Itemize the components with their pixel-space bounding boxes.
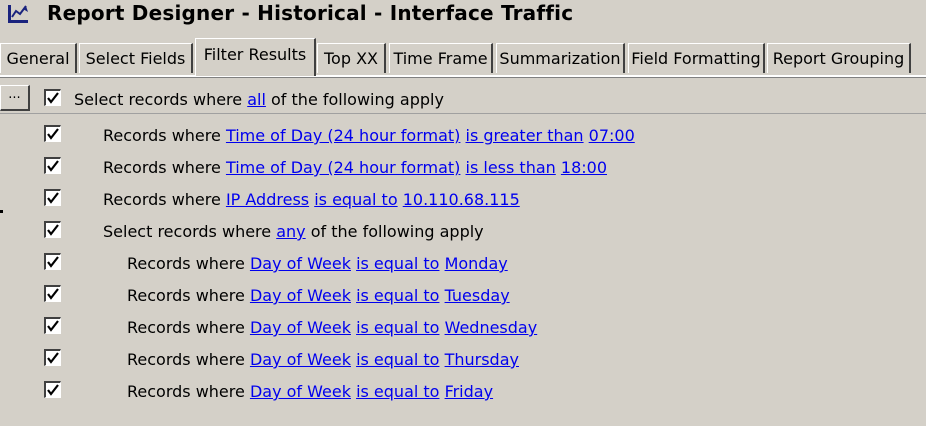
rule-value-link[interactable]: 18:00 — [561, 158, 607, 177]
rule-field-link[interactable]: Day of Week — [250, 254, 351, 273]
rule-field-link[interactable]: Time of Day (24 hour format) — [226, 126, 460, 145]
filter-rule: Records where Day of Week is equal to Tu… — [127, 286, 510, 305]
rule-operator-link[interactable]: is less than — [466, 158, 556, 177]
rule-field-link[interactable]: Day of Week — [250, 286, 351, 305]
sub-group-label: Select records where any of the followin… — [103, 222, 484, 241]
filter-rule: Records where Time of Day (24 hour forma… — [103, 126, 635, 145]
top-group-checkbox[interactable] — [44, 89, 61, 106]
checkmark-icon — [47, 256, 59, 268]
rule-operator-link[interactable]: is equal to — [356, 318, 439, 337]
checkmark-icon — [47, 224, 59, 236]
rule-operator-link[interactable]: is equal to — [356, 254, 439, 273]
sub-group-checkbox[interactable] — [44, 221, 61, 238]
rule-checkbox[interactable] — [44, 157, 61, 174]
rule-value-link[interactable]: 10.110.68.115 — [403, 190, 520, 209]
rule-operator-link[interactable]: is equal to — [356, 382, 439, 401]
rule-operator-link[interactable]: is equal to — [314, 190, 397, 209]
filter-rule: Records where Day of Week is equal to We… — [127, 318, 538, 337]
rule-value-link[interactable]: Thursday — [445, 350, 519, 369]
filter-rule: Records where IP Address is equal to 10.… — [103, 190, 520, 209]
rule-checkbox[interactable] — [44, 125, 61, 142]
rule-value-link[interactable]: Friday — [445, 382, 494, 401]
rule-checkbox[interactable] — [44, 253, 61, 270]
filter-rule: Records where Day of Week is equal to Fr… — [127, 382, 494, 401]
tab-summarization[interactable]: Summarization — [496, 43, 625, 73]
checkmark-icon — [47, 192, 59, 204]
checkmark-icon — [47, 384, 59, 396]
rule-field-link[interactable]: Day of Week — [250, 382, 351, 401]
rule-checkbox[interactable] — [44, 381, 61, 398]
tab-divider — [0, 75, 926, 78]
tab-strip: General Select Fields Filter Results Top… — [0, 38, 926, 78]
tab-report-grouping[interactable]: Report Grouping — [767, 43, 911, 73]
checkmark-icon — [47, 160, 59, 172]
rule-value-link[interactable]: Wednesday — [445, 318, 538, 337]
checkmark-icon — [47, 320, 59, 332]
rule-operator-link[interactable]: is greater than — [466, 126, 584, 145]
tab-select-fields[interactable]: Select Fields — [79, 43, 193, 73]
checkmark-icon — [47, 128, 59, 140]
rule-value-link[interactable]: Monday — [445, 254, 508, 273]
rule-checkbox[interactable] — [44, 189, 61, 206]
title-bar: Report Designer - Historical - Interface… — [0, 0, 926, 30]
more-options-button[interactable]: ... — [0, 85, 30, 111]
rule-operator-link[interactable]: is equal to — [356, 286, 439, 305]
filter-rule: Records where Day of Week is equal to Mo… — [127, 254, 508, 273]
top-group-label: Select records where all of the followin… — [74, 90, 444, 109]
group-mode-link[interactable]: any — [276, 222, 305, 241]
header-divider — [0, 113, 926, 114]
rule-field-link[interactable]: IP Address — [226, 190, 309, 209]
tab-field-formatting[interactable]: Field Formatting — [628, 43, 765, 73]
tree-marker — [0, 210, 3, 213]
rule-checkbox[interactable] — [44, 317, 61, 334]
window-title: Report Designer - Historical - Interface… — [47, 1, 574, 25]
group-mode-link[interactable]: all — [247, 90, 266, 109]
tab-top-xx[interactable]: Top XX — [317, 43, 386, 73]
rule-value-link[interactable]: Tuesday — [445, 286, 510, 305]
tab-general[interactable]: General — [0, 43, 77, 73]
checkmark-icon — [47, 352, 59, 364]
report-designer-icon — [6, 3, 32, 25]
rule-field-link[interactable]: Day of Week — [250, 318, 351, 337]
filter-rule: Records where Time of Day (24 hour forma… — [103, 158, 607, 177]
rule-value-link[interactable]: 07:00 — [589, 126, 635, 145]
rule-checkbox[interactable] — [44, 285, 61, 302]
tab-filter-results[interactable]: Filter Results — [195, 38, 316, 76]
rule-field-link[interactable]: Day of Week — [250, 350, 351, 369]
filter-rule: Records where Day of Week is equal to Th… — [127, 350, 519, 369]
checkmark-icon — [47, 92, 59, 104]
checkmark-icon — [47, 288, 59, 300]
tab-time-frame[interactable]: Time Frame — [389, 43, 493, 73]
rule-checkbox[interactable] — [44, 349, 61, 366]
rule-field-link[interactable]: Time of Day (24 hour format) — [226, 158, 460, 177]
rule-operator-link[interactable]: is equal to — [356, 350, 439, 369]
